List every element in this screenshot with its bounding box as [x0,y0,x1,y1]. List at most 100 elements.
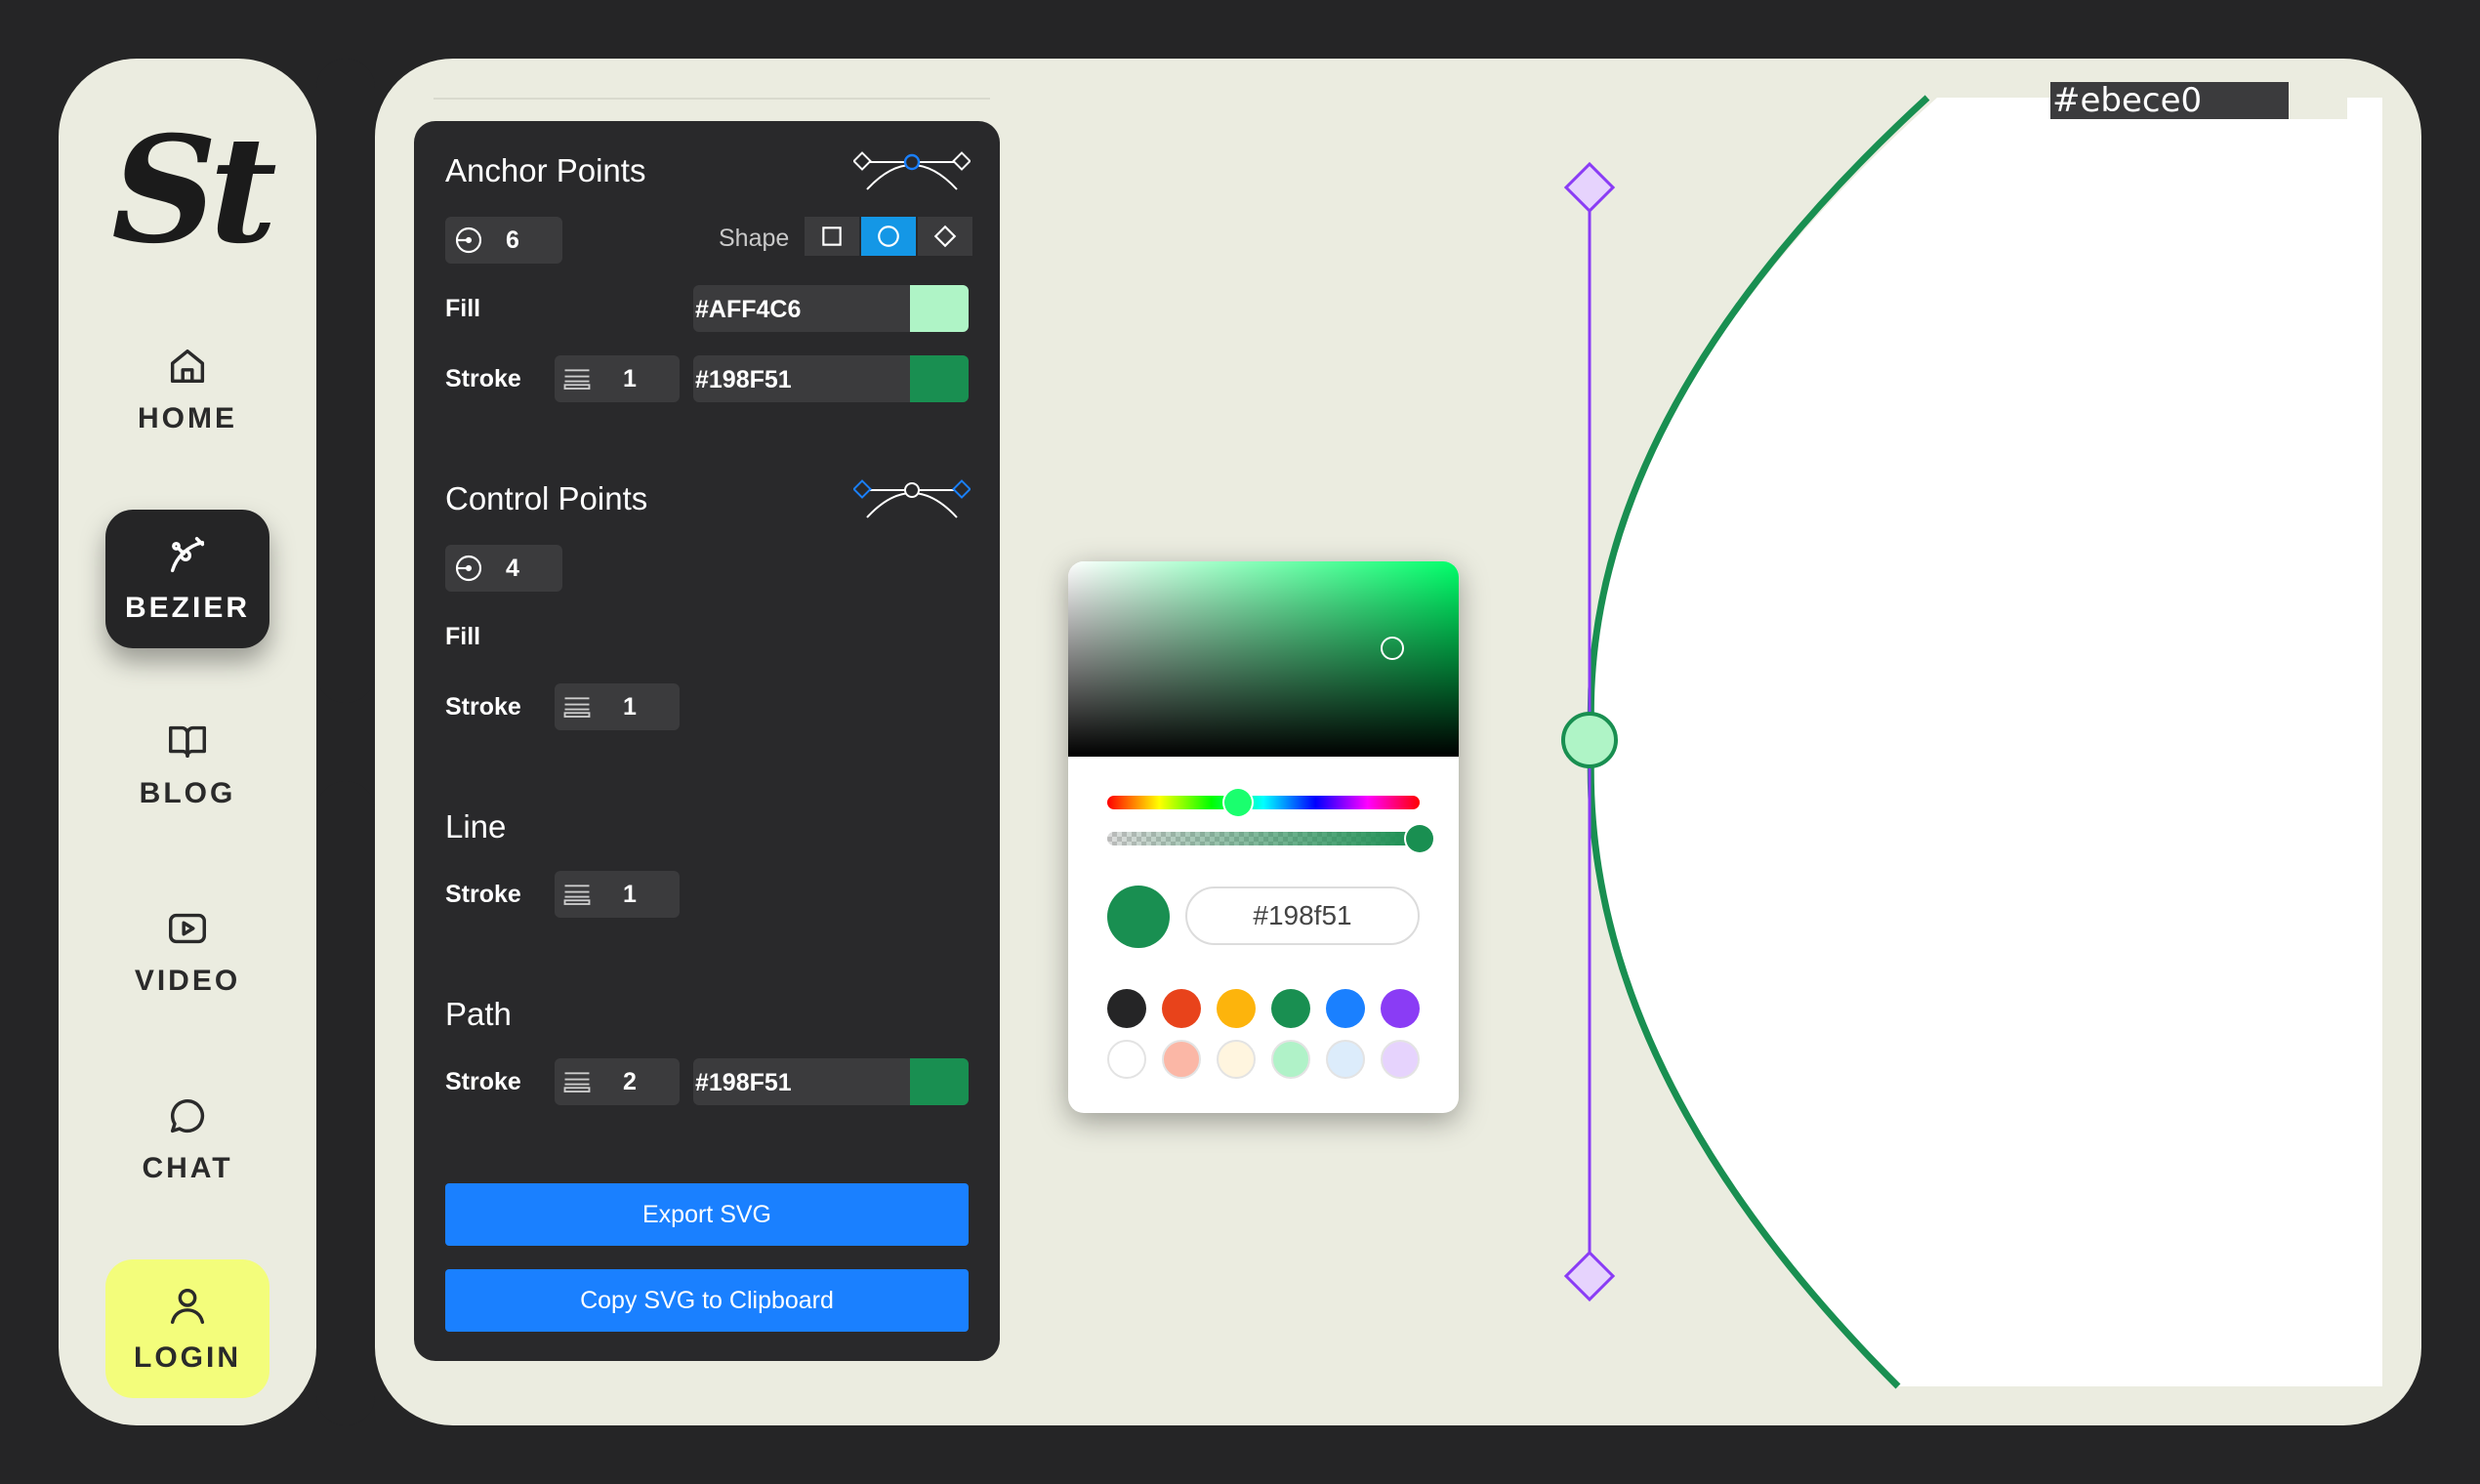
shape-selector [805,217,974,256]
video-icon [169,913,206,944]
control-points-icon [853,479,971,518]
anchor-fill-swatch[interactable] [910,285,969,332]
hue-handle[interactable] [1224,789,1252,816]
preset-swatch[interactable] [1381,989,1420,1028]
preset-swatch[interactable] [1271,1040,1310,1079]
nav-login-label: LOGIN [134,1341,241,1374]
settings-panel: Anchor Points 6 Shape Fill #AFF4C6 Strok… [414,121,1000,1361]
anchor-fill-color-field[interactable]: #AFF4C6 [693,285,969,332]
path-stroke-swatch[interactable] [910,1058,969,1105]
preset-swatch[interactable] [1271,989,1310,1028]
canvas-shape-fill [1591,98,2382,1386]
color-picker [1068,561,1459,1113]
panel-top-rule [434,98,990,100]
path-title: Path [445,996,512,1032]
path-stroke-color-field[interactable]: #198F51 [693,1058,969,1105]
stroke-width-icon [563,369,591,390]
saturation-handle[interactable] [1381,637,1404,660]
line-stroke-width-value: 1 [623,880,637,908]
preset-swatch[interactable] [1326,989,1365,1028]
bezier-icon [170,537,205,573]
alpha-handle[interactable] [1406,825,1433,852]
stroke-width-icon [563,697,591,718]
anchor-stroke-swatch[interactable] [910,355,969,402]
alpha-slider[interactable] [1107,825,1433,852]
circle-icon [878,226,899,247]
control-stroke-width-stepper[interactable]: 1 [555,683,680,730]
anchor-stroke-width-stepper[interactable]: 1 [555,355,680,402]
nav-chat-label: CHAT [142,1152,233,1184]
radius-icon [455,227,482,254]
preset-swatch[interactable] [1326,1040,1365,1079]
main-area: #ebece0 Anchor Points 6 Shape Fill #AFF4… [375,59,2421,1425]
preset-swatch[interactable] [1107,1040,1146,1079]
line-stroke-label: Stroke [445,881,521,908]
stroke-width-icon [563,1072,591,1092]
shape-diamond-button[interactable] [918,217,972,256]
preset-swatch[interactable] [1162,1040,1201,1079]
user-icon [170,1288,205,1324]
saturation-area[interactable] [1068,561,1459,757]
anchor-stroke-hex: #198F51 [695,366,792,393]
anchor-count-value: 6 [506,226,519,254]
nav-notch-bottom [316,781,375,1425]
control-point-bottom[interactable] [1563,1250,1616,1302]
control-points-title: Control Points [445,480,648,516]
copy-svg-button[interactable]: Copy SVG to Clipboard [445,1269,969,1332]
path-stroke-hex: #198F51 [695,1069,792,1096]
control-stroke-width-value: 1 [623,692,637,721]
preset-swatch[interactable] [1217,989,1256,1028]
nav-chat[interactable]: CHAT [105,1070,269,1209]
shape-label: Shape [719,225,790,252]
control-stroke-label: Stroke [445,693,521,721]
anchor-stroke-label: Stroke [445,365,521,392]
control-count-value: 4 [506,554,519,582]
hue-slider[interactable] [1107,789,1420,816]
nav-bezier-label: BEZIER [124,592,250,624]
anchor-count-stepper[interactable]: 6 [445,217,562,264]
anchor-points-icon [853,151,971,190]
chat-icon [170,1098,205,1134]
hex-input[interactable] [1185,886,1420,945]
preset-swatch[interactable] [1217,1040,1256,1079]
nav-bezier[interactable]: BEZIER [105,510,269,648]
nav-video-label: VIDEO [134,965,241,997]
radius-icon [455,555,482,582]
square-icon [822,227,842,246]
line-title: Line [445,808,507,845]
alpha-gradient [1107,832,1420,845]
shape-circle-button[interactable] [861,217,916,256]
app-logo[interactable]: St [98,117,283,264]
path-stroke-label: Stroke [445,1068,521,1095]
nav-login[interactable]: LOGIN [105,1259,269,1398]
anchor-fill-label: Fill [445,295,481,322]
anchor-points-title: Anchor Points [445,152,646,188]
current-color-swatch [1107,886,1170,948]
control-point-top[interactable] [1563,161,1616,214]
control-fill-label: Fill [445,623,481,650]
preset-swatch[interactable] [1381,1040,1420,1079]
line-stroke-width-stepper[interactable]: 1 [555,871,680,918]
book-icon [169,725,206,759]
control-count-stepper[interactable]: 4 [445,545,562,592]
nav-video[interactable]: VIDEO [105,883,269,1021]
export-svg-button[interactable]: Export SVG [445,1183,969,1246]
nav-home[interactable]: HOME [105,320,269,459]
path-stroke-width-value: 2 [623,1067,637,1095]
anchor-stroke-color-field[interactable]: #198F51 [693,355,969,402]
stroke-width-icon [563,885,591,905]
nav-blog[interactable]: BLOG [105,695,269,834]
preset-swatch[interactable] [1107,989,1146,1028]
anchor-stroke-width-value: 1 [623,364,637,392]
shape-square-button[interactable] [805,217,859,256]
diamond-icon [933,225,957,248]
anchor-fill-hex: #AFF4C6 [695,296,802,323]
home-icon [170,349,205,384]
background-color-tag-tail [2289,82,2347,119]
nav-home-label: HOME [138,402,237,434]
path-stroke-width-stepper[interactable]: 2 [555,1058,680,1105]
nav-notch-top [316,59,375,703]
nav-blog-label: BLOG [139,777,236,809]
preset-swatch[interactable] [1162,989,1201,1028]
anchor-point[interactable] [1561,712,1618,768]
